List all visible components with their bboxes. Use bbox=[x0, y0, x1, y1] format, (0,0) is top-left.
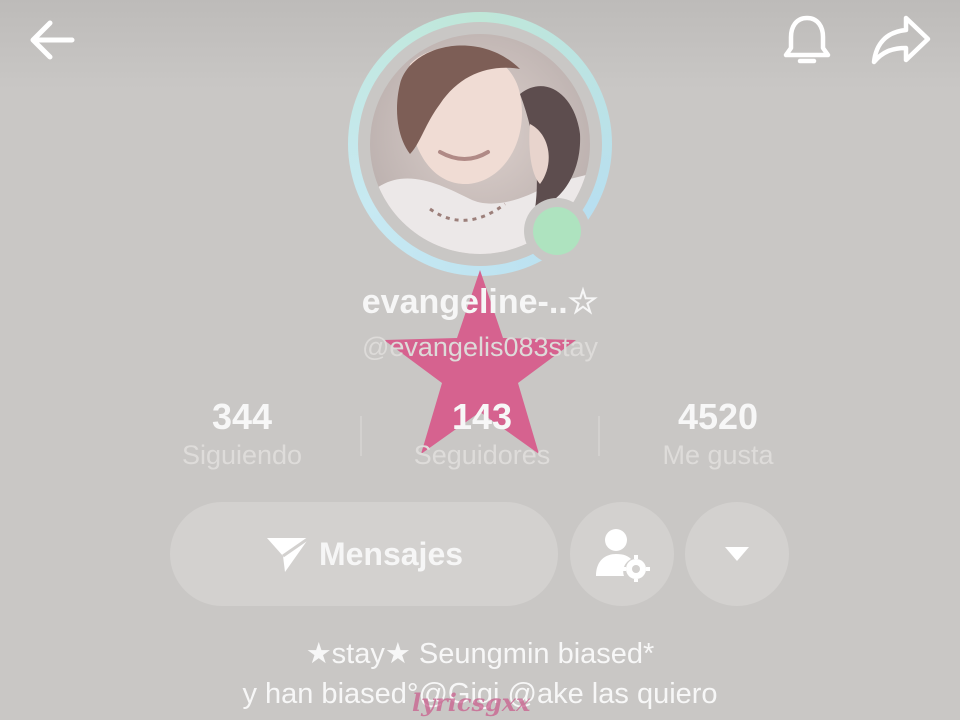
triangle-down-icon bbox=[725, 547, 749, 561]
back-arrow-icon[interactable] bbox=[22, 14, 82, 66]
following-count: 344 bbox=[211, 396, 273, 437]
messages-button[interactable]: Mensajes bbox=[170, 502, 558, 606]
bell-icon[interactable] bbox=[778, 10, 836, 70]
following-label: Siguiendo bbox=[181, 440, 303, 470]
user-settings-button[interactable] bbox=[570, 502, 674, 606]
likes-count: 4520 bbox=[677, 396, 759, 437]
more-options-button[interactable] bbox=[685, 502, 789, 606]
user-settings-icon bbox=[596, 529, 650, 582]
display-name: evangeline-..☆ bbox=[361, 283, 599, 321]
messages-label: Mensajes bbox=[318, 535, 464, 572]
watermark: lyricsgxx bbox=[412, 688, 531, 717]
online-indicator bbox=[524, 198, 590, 264]
stat-following[interactable]: 344 Siguiendo bbox=[122, 396, 362, 471]
stat-likes[interactable]: 4520 Me gusta bbox=[598, 396, 838, 471]
followers-label: Seguidores bbox=[413, 440, 551, 470]
stat-followers[interactable]: 143 Seguidores bbox=[362, 396, 602, 471]
followers-count: 143 bbox=[451, 396, 513, 437]
send-icon bbox=[266, 536, 310, 572]
share-arrow-icon[interactable] bbox=[868, 10, 934, 70]
username-handle: @evangelis083stay bbox=[361, 332, 599, 362]
bio-line-1: ★stay★ Seungmin biased* bbox=[305, 638, 655, 670]
likes-label: Me gusta bbox=[662, 440, 774, 470]
